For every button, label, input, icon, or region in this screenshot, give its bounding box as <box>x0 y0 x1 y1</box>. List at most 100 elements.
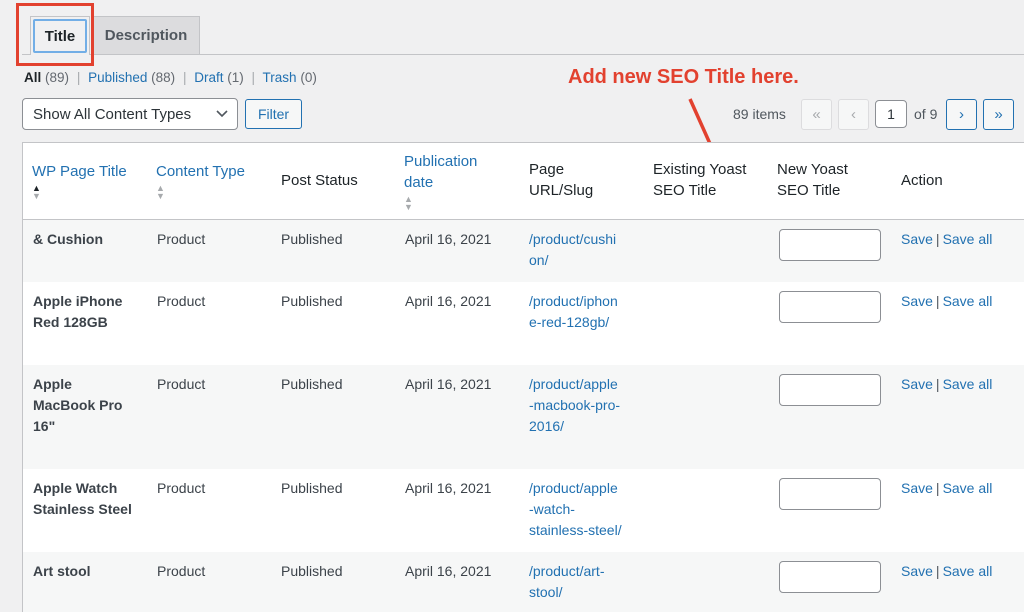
row-content-type: Product <box>157 563 206 579</box>
row-title-line: & Cushion <box>33 231 103 247</box>
row-title: Apple Watch Stainless Steel <box>33 478 143 520</box>
new-seo-title-input[interactable] <box>779 229 881 261</box>
slug-line: /product/cushi <box>529 231 617 247</box>
separator: | <box>935 480 940 496</box>
row-publication-date: April 16, 2021 <box>405 376 492 392</box>
separator: | <box>182 70 187 85</box>
row-content-type: Product <box>157 293 206 309</box>
table-row: Apple MacBook Pro 16" Product Published … <box>23 365 1024 469</box>
annotation-text: Add new SEO Title here. <box>568 66 799 88</box>
save-link[interactable]: Save <box>901 231 933 247</box>
sort-icon: ▲ ▼ <box>404 194 413 212</box>
row-title: Art stool <box>33 561 143 582</box>
last-page-button[interactable]: » <box>983 99 1014 130</box>
column-label: URL/Slug <box>529 182 594 199</box>
new-seo-title-input[interactable] <box>779 478 881 510</box>
view-published-link[interactable]: Published <box>88 70 147 85</box>
row-title-line: Stainless Steel <box>33 501 132 517</box>
row-actions: Save | Save all <box>901 478 992 499</box>
row-slug-link[interactable]: /product/iphon e-red-128gb/ <box>529 291 639 333</box>
row-title-line: Red 128GB <box>33 314 108 330</box>
first-page-button[interactable]: « <box>801 99 832 130</box>
save-all-link[interactable]: Save all <box>943 480 993 496</box>
row-title-line: 16" <box>33 418 56 434</box>
save-all-link[interactable]: Save all <box>943 231 993 247</box>
slug-line: /product/apple <box>529 480 618 496</box>
column-wp-page-title[interactable]: WP Page Title ▲ ▼ <box>32 161 127 201</box>
tab-description[interactable]: Description <box>92 16 200 54</box>
save-link[interactable]: Save <box>901 563 933 579</box>
separator: | <box>935 293 940 309</box>
prev-page-button[interactable]: ‹ <box>838 99 869 130</box>
column-post-status: Post Status <box>281 172 358 189</box>
post-status-views: All (89) | Published (88) | Draft (1) | … <box>24 70 317 85</box>
slug-line: /product/art- <box>529 563 605 579</box>
row-actions: Save | Save all <box>901 374 992 395</box>
row-slug-link[interactable]: /product/apple -watch- stainless-steel/ <box>529 478 639 541</box>
separator: | <box>935 376 940 392</box>
row-post-status: Published <box>281 376 343 392</box>
slug-line: e-red-128gb/ <box>529 314 610 330</box>
tab-bar: Title Description <box>22 16 1024 55</box>
row-content-type: Product <box>157 376 206 392</box>
row-publication-date: April 16, 2021 <box>405 231 492 247</box>
sort-icon: ▲ ▼ <box>32 183 41 201</box>
save-all-link[interactable]: Save all <box>943 293 993 309</box>
column-content-type[interactable]: Content Type ▲ ▼ <box>156 161 245 201</box>
row-post-status: Published <box>281 480 343 496</box>
view-trash-count: (0) <box>300 70 317 85</box>
row-title-line: Apple <box>33 376 72 392</box>
view-all-count: (89) <box>45 70 70 85</box>
slug-line: /product/apple <box>529 376 618 392</box>
row-publication-date: April 16, 2021 <box>405 293 492 309</box>
column-label: WP Page Title <box>32 163 127 180</box>
save-link[interactable]: Save <box>901 293 933 309</box>
separator: | <box>935 231 940 247</box>
column-existing-seo-title: Existing Yoast SEO Title <box>653 159 746 201</box>
row-actions: Save | Save all <box>901 561 992 582</box>
table-row: Art stool Product Published April 16, 20… <box>23 552 1024 612</box>
column-label: Publication <box>404 153 478 170</box>
row-publication-date: April 16, 2021 <box>405 480 492 496</box>
new-seo-title-input[interactable] <box>779 291 881 323</box>
row-title: & Cushion <box>33 229 143 250</box>
view-trash-link[interactable]: Trash <box>263 70 297 85</box>
save-all-link[interactable]: Save all <box>943 563 993 579</box>
column-label: Existing Yoast <box>653 161 747 178</box>
slug-line: 2016/ <box>529 418 565 434</box>
tab-description-label: Description <box>104 27 188 44</box>
slug-line: stool/ <box>529 584 563 600</box>
slug-line: on/ <box>529 252 549 268</box>
new-seo-title-input[interactable] <box>779 374 881 406</box>
next-page-button[interactable]: › <box>946 99 977 130</box>
save-all-link[interactable]: Save all <box>943 376 993 392</box>
column-publication-date[interactable]: Publication date ▲ ▼ <box>404 151 478 212</box>
row-publication-date: April 16, 2021 <box>405 563 492 579</box>
column-page-url: Page URL/Slug <box>529 159 593 201</box>
save-link[interactable]: Save <box>901 376 933 392</box>
save-link[interactable]: Save <box>901 480 933 496</box>
separator: | <box>935 563 940 579</box>
content-type-select[interactable]: Show All Content Types <box>22 98 238 130</box>
table-row: Apple Watch Stainless Steel Product Publ… <box>23 469 1024 552</box>
column-label: date <box>404 174 434 191</box>
view-draft-link[interactable]: Draft <box>194 70 223 85</box>
column-new-seo-title: New Yoast SEO Title <box>777 159 848 201</box>
row-slug-link[interactable]: /product/art- stool/ <box>529 561 639 603</box>
view-all-link[interactable]: All <box>24 70 41 85</box>
current-page-input[interactable]: 1 <box>875 100 907 128</box>
view-draft-count: (1) <box>227 70 244 85</box>
row-post-status: Published <box>281 293 343 309</box>
new-seo-title-input[interactable] <box>779 561 881 593</box>
slug-line: /product/iphon <box>529 293 618 309</box>
filter-button[interactable]: Filter <box>245 99 302 129</box>
row-title-line: Apple Watch <box>33 480 118 496</box>
total-pages-label: of 9 <box>914 106 938 122</box>
row-slug-link[interactable]: /product/apple -macbook-pro- 2016/ <box>529 374 639 437</box>
separator: | <box>76 70 81 85</box>
row-title-line: MacBook Pro <box>33 397 123 413</box>
annotation-highlight-box <box>16 3 94 66</box>
row-slug-link[interactable]: /product/cushi on/ <box>529 229 639 271</box>
view-published-count: (88) <box>151 70 176 85</box>
separator: | <box>251 70 256 85</box>
